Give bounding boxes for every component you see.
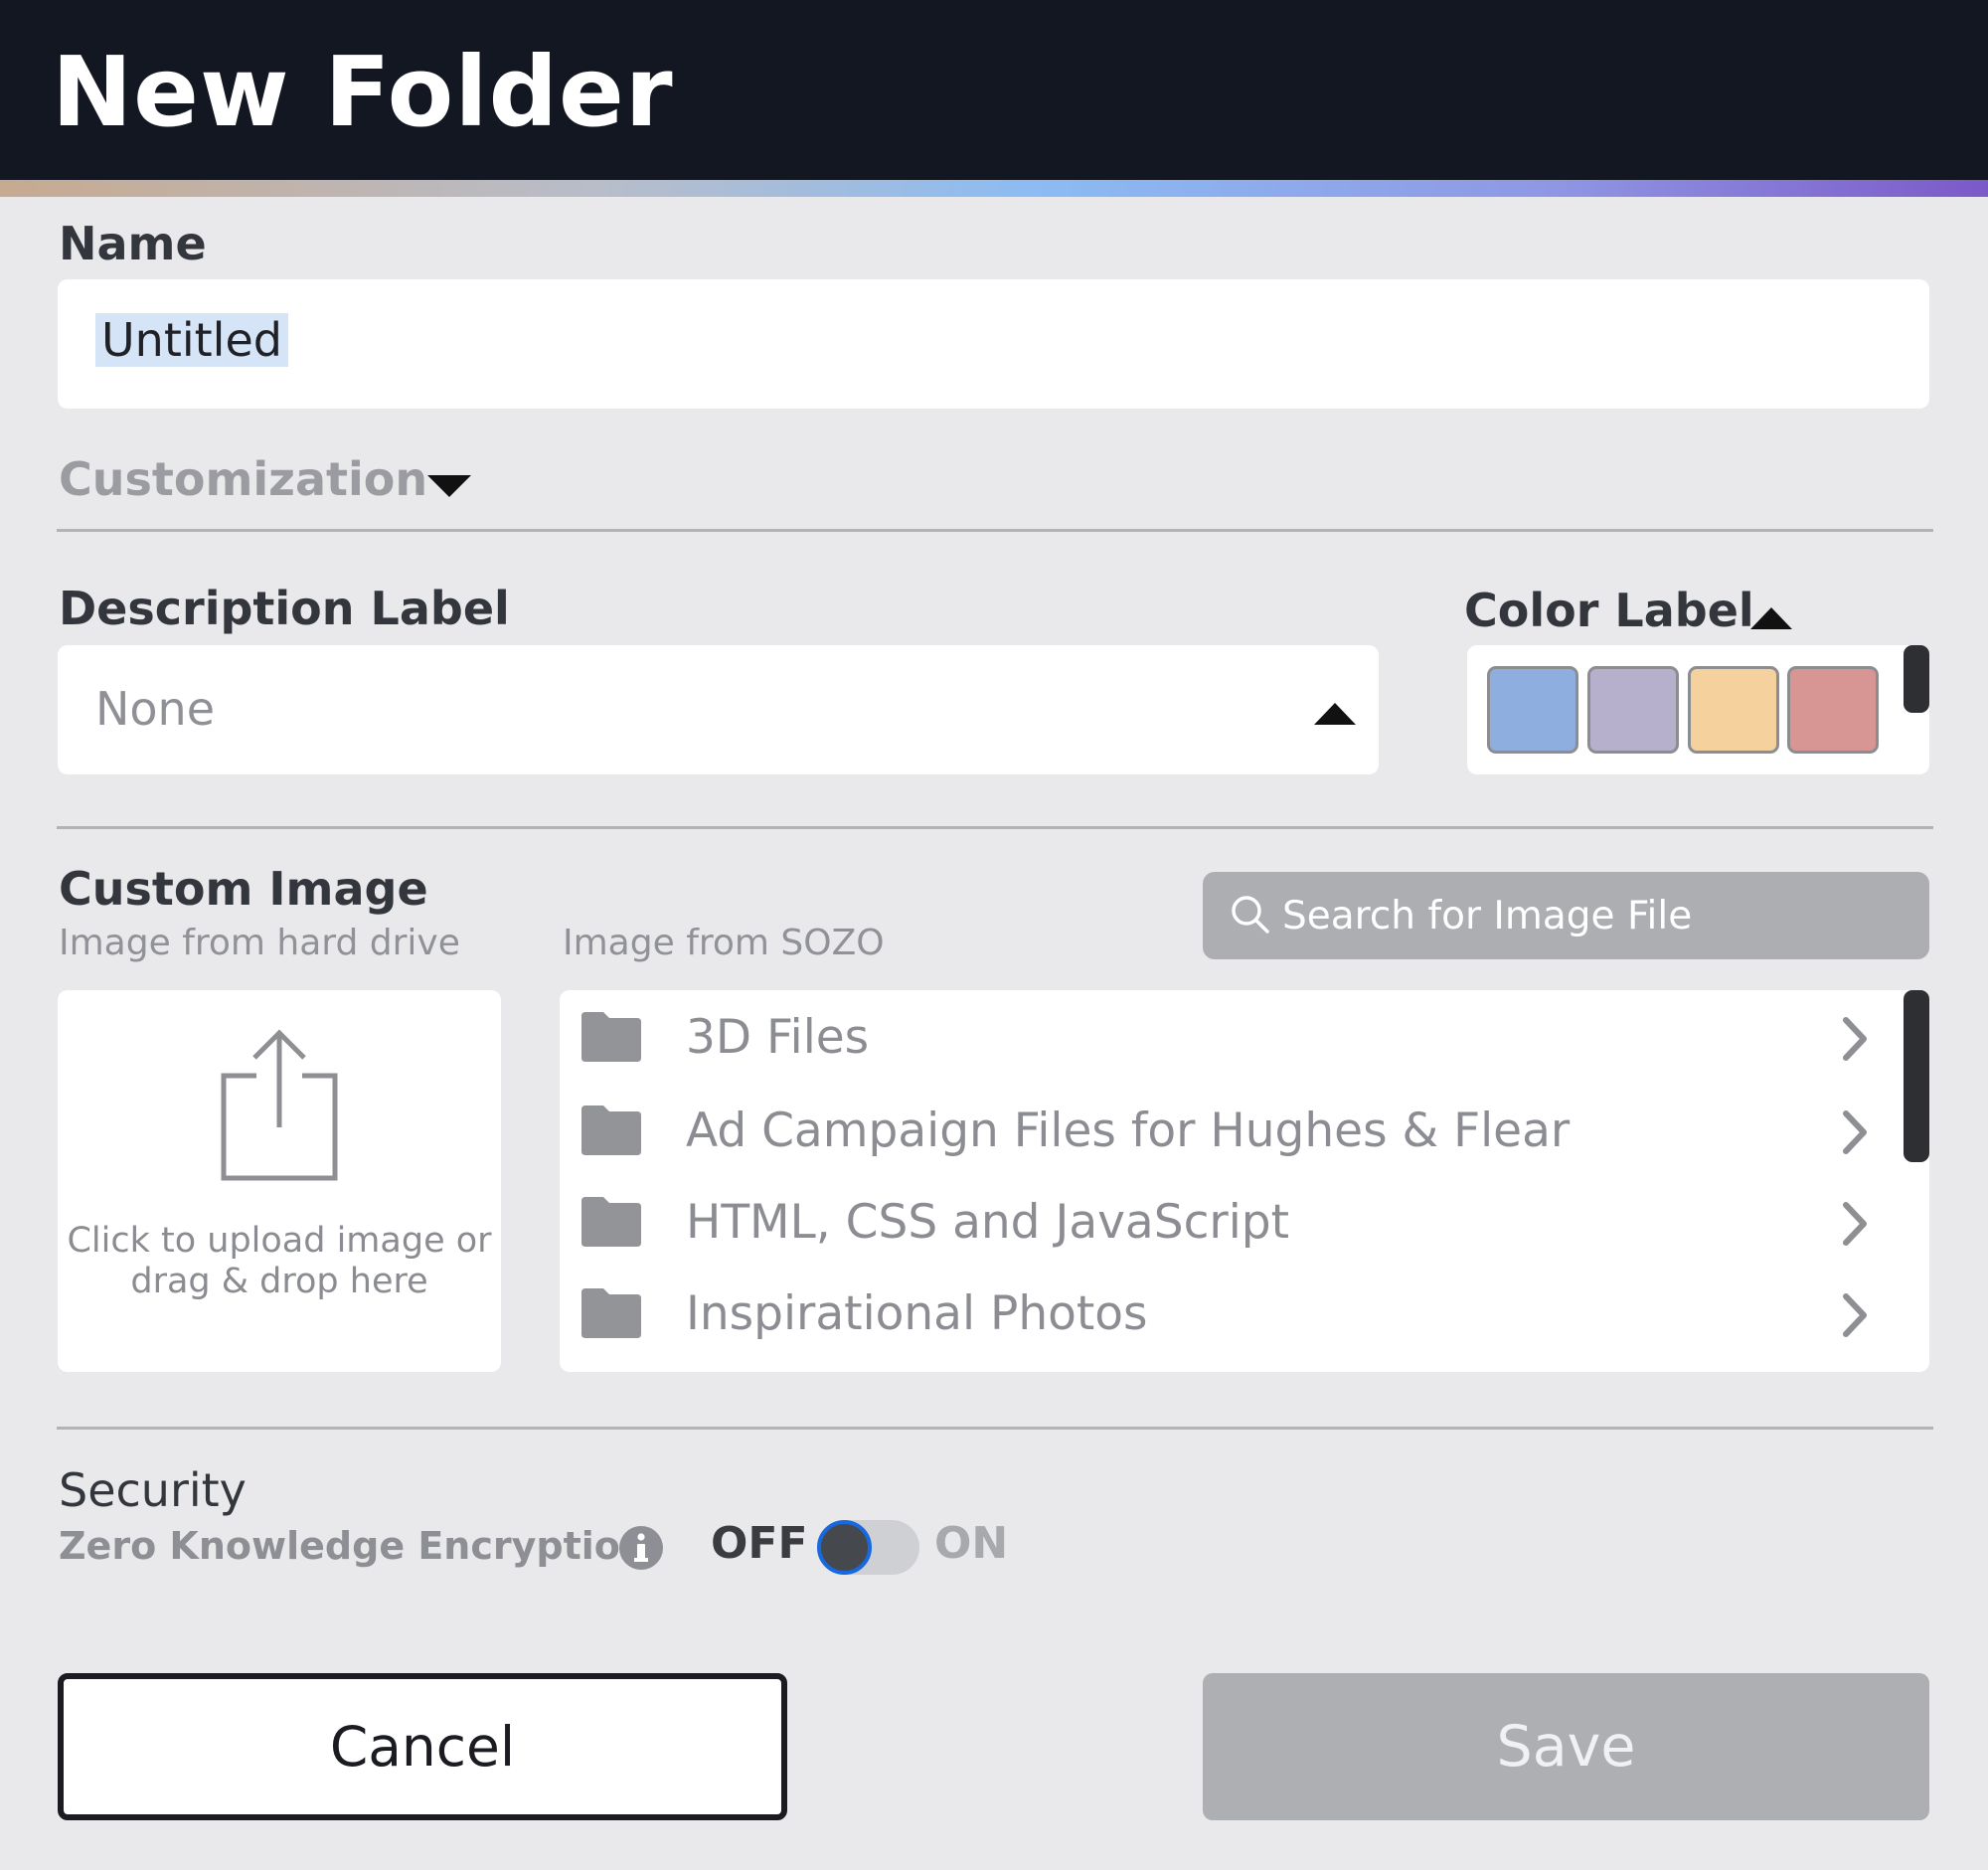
name-label: Name	[59, 217, 207, 270]
folder-row[interactable]: 3D Files	[560, 998, 1872, 1078]
save-button[interactable]: Save	[1203, 1673, 1929, 1820]
color-swatch-red[interactable]	[1787, 666, 1879, 754]
security-title: Security	[59, 1463, 247, 1517]
description-select-value: None	[95, 682, 216, 736]
search-icon	[1232, 896, 1269, 934]
header-gradient-bar	[0, 180, 1988, 197]
description-label: Description Label	[59, 582, 510, 635]
folder-icon	[581, 1197, 641, 1247]
chevron-right-icon	[1843, 1202, 1867, 1246]
folder-name: Inspirational Photos	[686, 1286, 1148, 1341]
sozo-folder-list: 3D Files Ad Campaign Files for Hughes & …	[560, 990, 1929, 1372]
color-label-caret-up-icon[interactable]	[1750, 607, 1792, 629]
sozo-label: Image from SOZO	[563, 923, 885, 963]
color-swatch-blue[interactable]	[1487, 666, 1578, 754]
color-label-heading: Color Label	[1464, 584, 1754, 637]
divider	[57, 1427, 1933, 1430]
chevron-right-icon	[1843, 1293, 1867, 1337]
customization-toggle[interactable]: Customization	[59, 452, 427, 506]
zke-label: Zero Knowledge Encryption	[59, 1524, 647, 1568]
folder-row[interactable]: HTML, CSS and JavaScript	[560, 1183, 1872, 1263]
chevron-right-icon	[1843, 1017, 1867, 1061]
color-swatch-yellow[interactable]	[1688, 666, 1779, 754]
upload-text: Click to upload image or drag & drop her…	[67, 1221, 492, 1301]
divider	[57, 826, 1933, 829]
folder-list-scrollbar[interactable]	[1904, 990, 1929, 1162]
folder-icon	[581, 1012, 641, 1062]
divider	[57, 529, 1933, 532]
caret-up-icon	[1314, 703, 1356, 725]
toggle-off-label: OFF	[711, 1518, 808, 1569]
caret-down-icon[interactable]	[427, 475, 471, 497]
folder-icon	[581, 1105, 641, 1155]
folder-row[interactable]: Inspirational Photos	[560, 1275, 1872, 1354]
folder-icon	[581, 1288, 641, 1338]
dialog-title: New Folder	[52, 36, 674, 148]
chevron-right-icon	[1843, 1110, 1867, 1154]
name-input-value: Untitled	[95, 313, 288, 367]
upload-dropzone[interactable]: Click to upload image or drag & drop her…	[58, 990, 501, 1372]
image-search-input[interactable]: Search for Image File	[1203, 872, 1929, 959]
info-icon[interactable]	[618, 1525, 664, 1571]
folder-name: Ad Campaign Files for Hughes & Flear	[686, 1104, 1571, 1158]
hard-drive-label: Image from hard drive	[59, 923, 460, 963]
name-input[interactable]: Untitled	[58, 279, 1929, 409]
folder-row[interactable]: Ad Campaign Files for Hughes & Flear	[560, 1092, 1872, 1171]
folder-name: HTML, CSS and JavaScript	[686, 1195, 1290, 1250]
toggle-on-label: ON	[934, 1518, 1009, 1569]
color-list-scrollbar[interactable]	[1904, 645, 1929, 713]
custom-image-title: Custom Image	[59, 862, 428, 916]
color-swatch-purple[interactable]	[1587, 666, 1679, 754]
color-swatch-list	[1467, 645, 1929, 774]
toggle-knob[interactable]	[817, 1520, 872, 1575]
description-select[interactable]: None	[58, 645, 1379, 774]
cancel-button[interactable]: Cancel	[58, 1673, 787, 1820]
search-placeholder: Search for Image File	[1282, 894, 1693, 938]
customization-label: Customization	[59, 452, 428, 506]
upload-icon	[221, 1029, 338, 1181]
folder-name: 3D Files	[686, 1010, 870, 1065]
